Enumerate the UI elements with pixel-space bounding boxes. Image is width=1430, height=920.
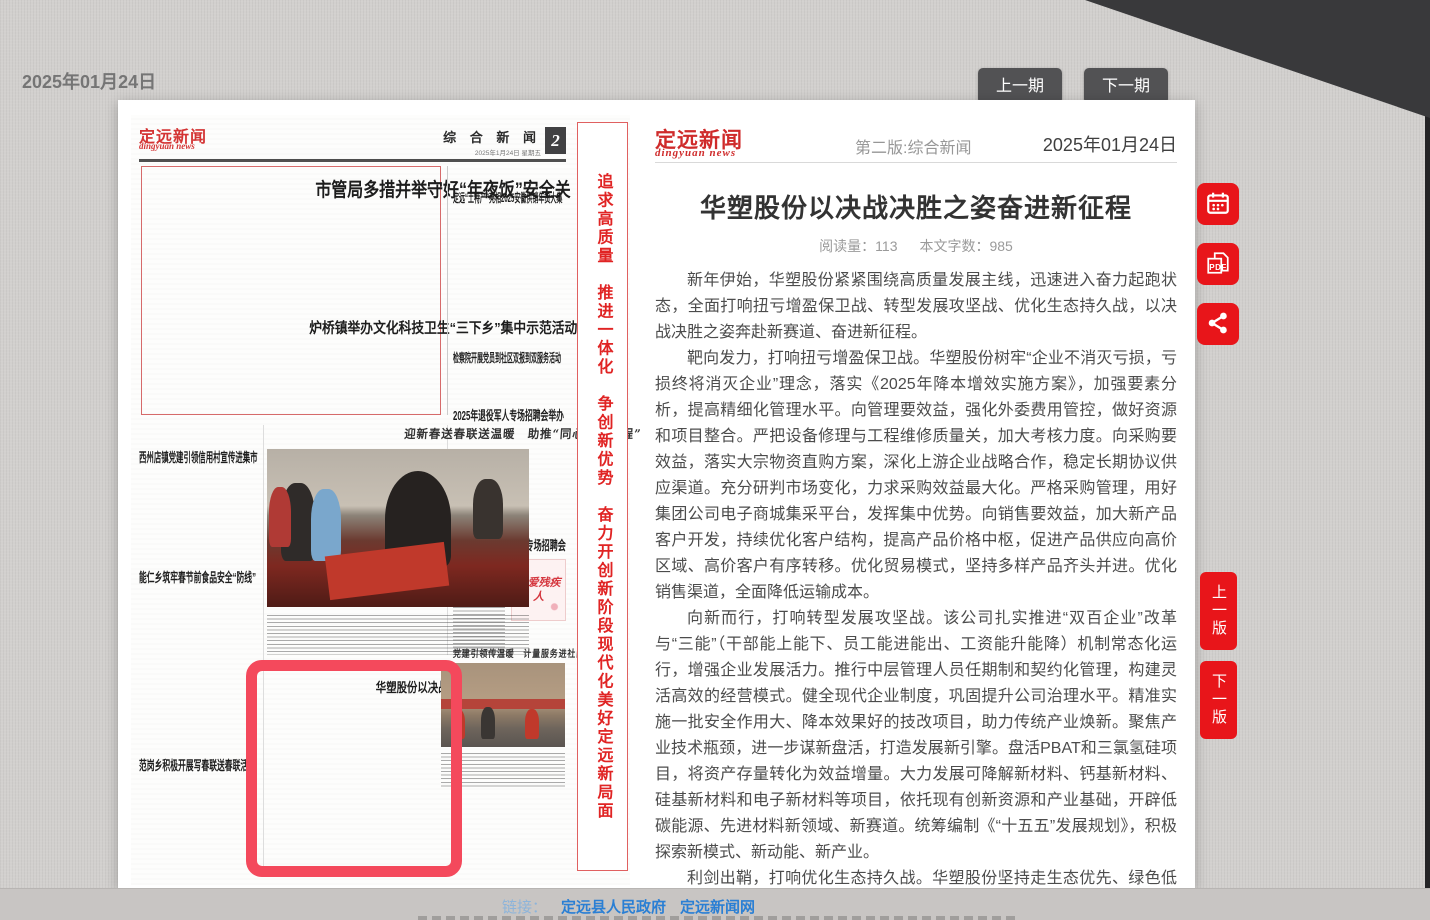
- headline-tutechan: 定远“土特产”亮相2025安徽供销年货大集: [453, 189, 562, 206]
- reader-date: 2025年01月24日: [1043, 131, 1177, 157]
- vertical-slogan-banner: 追求高质量 推进一体化 争创新优势 奋力开创新阶段现代化美好定远新局面: [577, 122, 628, 871]
- newspaper-page-thumbnail[interactable]: 定远新闻 dingyuan news 综 合 新 闻 2025年1月24日 星期…: [131, 115, 630, 885]
- lead-story-box: 市管局多措并举守好“年夜饭”安全关 炉桥镇举办文化科技卫生“三下乡”集中示范活动: [141, 166, 441, 415]
- paper-page-number: 2: [545, 127, 566, 154]
- calligraphy-banner-2: 党建引领传温暖 计量服务进社区: [453, 645, 586, 660]
- share-button[interactable]: [1197, 303, 1239, 345]
- prev-page-label: 上一版: [1211, 584, 1226, 638]
- article-title: 华塑股份以决战决胜之姿奋进新征程: [655, 188, 1177, 225]
- article-highlight-box[interactable]: [246, 660, 462, 877]
- prev-issue-button[interactable]: 上一期: [978, 68, 1062, 104]
- story-text-columns: [139, 777, 261, 873]
- pdf-button[interactable]: PDF: [1197, 243, 1239, 285]
- story-text-columns: [453, 367, 565, 397]
- photo-figure: [311, 489, 341, 561]
- paper-masthead-sub: dingyuan news: [139, 141, 195, 151]
- article-paragraph: 利剑出鞘，打响优化生态持久战。华塑股份坚持走生态优先、绿色低碳发展之路，强化生产…: [655, 866, 1177, 888]
- article-paragraph: 靶向发力，打响扭亏增盈保卫战。华塑股份树牢“企业不消灭亏损，亏损终将消灭企业”理…: [655, 346, 1177, 606]
- words-label: 本文字数：: [919, 238, 989, 254]
- next-issue-button[interactable]: 下一期: [1084, 68, 1168, 104]
- story-text-columns: [139, 469, 261, 559]
- reader-edition: 第二版:综合新闻: [855, 134, 971, 158]
- link-news-site[interactable]: 定远新闻网: [680, 896, 755, 917]
- paper-section-date: 2025年1月24日 星期五: [371, 147, 541, 157]
- article-paragraph: 向新而行，打响转型发展攻坚战。该公司扎实推进“双百企业”改革与“三能”（干部能上…: [655, 606, 1177, 866]
- reader-logo-sub: dingyuan news: [655, 147, 736, 159]
- photo-figure: [473, 479, 503, 539]
- pdf-icon-label: PDF: [1209, 263, 1227, 272]
- prev-page-button[interactable]: 上一版: [1200, 572, 1237, 650]
- link-county-gov[interactable]: 定远县人民政府: [561, 896, 666, 917]
- issue-date: 2025年01月24日: [22, 68, 156, 94]
- photo-figure: [481, 707, 495, 739]
- article-body: 新年伊始，华塑股份紧紧围绕高质量发展主线，迅速进入奋力起跑状态，全面打响扭亏增盈…: [655, 268, 1177, 888]
- headline-nengren: 能仁乡筑牢春节前食品安全“防线”: [139, 567, 256, 586]
- photo-figure: [525, 709, 539, 739]
- story-text-columns: [150, 345, 432, 407]
- headline-jianchayuan: 检察院开展党员到社区双报到双服务活动: [453, 349, 561, 366]
- next-page-label: 下一版: [1211, 673, 1226, 727]
- calendar-icon: [1205, 190, 1231, 219]
- views-value: 113: [875, 238, 897, 254]
- clipped-copyright-text: [418, 916, 1018, 920]
- photo-figure: [269, 487, 291, 547]
- photo-spring-couplets: [267, 449, 529, 607]
- app-background: 2025年01月24日 上一期 下一期 定远新闻 dingyuan news 综…: [0, 0, 1430, 920]
- links-label: 链接：: [502, 896, 547, 917]
- masthead-rule: [139, 159, 566, 162]
- views-label: 阅读量：: [819, 238, 875, 254]
- headline-xizhou: 西州店镇党建引领信用村宣传进集市: [139, 447, 258, 466]
- slogan-text: 追求高质量 推进一体化 争创新优势 奋力开创新阶段现代化美好定远新局面: [595, 173, 611, 821]
- calendar-button[interactable]: [1197, 183, 1239, 225]
- reader-divider: [655, 162, 1177, 163]
- headline-fangang: 范岗乡积极开展写春联送春联活动: [139, 755, 256, 774]
- headline-tuiyi: 2025年退役军人专场招聘会举办: [453, 405, 564, 424]
- photo-red-paper: [325, 542, 449, 600]
- column-rule: [447, 166, 448, 415]
- share-icon: [1205, 310, 1231, 339]
- story-text-columns: [150, 211, 432, 307]
- content-card: 定远新闻 dingyuan news 综 合 新 闻 2025年1月24日 星期…: [118, 100, 1195, 888]
- right-edge-bar: [1425, 0, 1430, 920]
- article-paragraph: 新年伊始，华塑股份紧紧围绕高质量发展主线，迅速进入奋力起跑状态，全面打响扭亏增盈…: [655, 268, 1177, 346]
- story-text-columns: [139, 589, 261, 747]
- paper-section-name: 综 合 新 闻: [371, 127, 541, 146]
- next-page-button[interactable]: 下一版: [1200, 661, 1237, 739]
- words-value: 985: [989, 238, 1012, 254]
- story-text-columns: [453, 207, 565, 275]
- article-meta: 阅读量：113 本文字数：985: [655, 236, 1177, 256]
